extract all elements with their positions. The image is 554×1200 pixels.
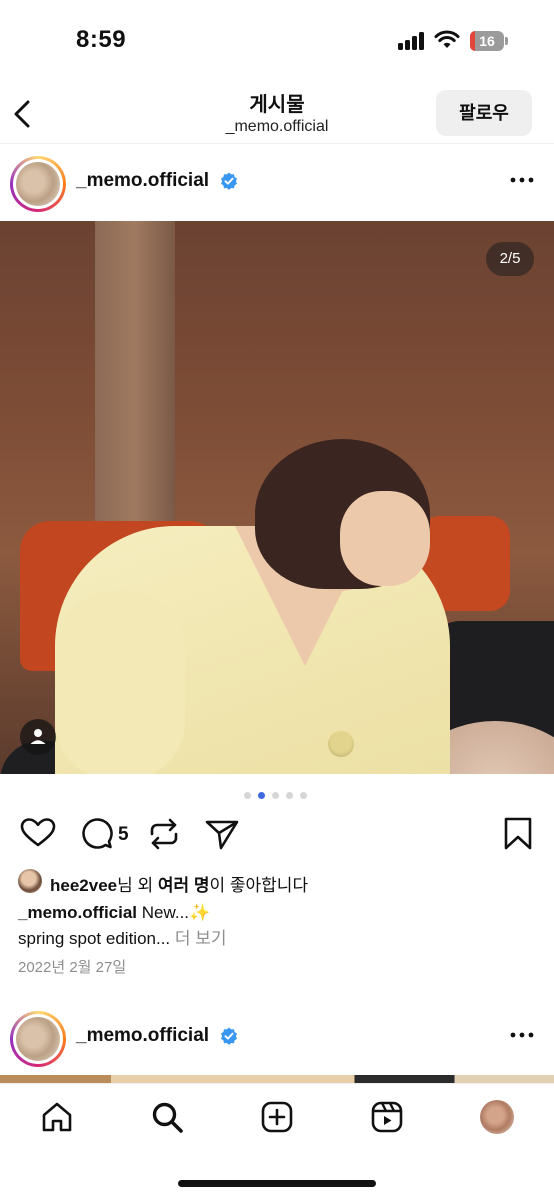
next-story-avatar[interactable] xyxy=(10,1011,66,1067)
more-options-icon[interactable] xyxy=(510,176,534,184)
like-heart-icon[interactable] xyxy=(18,812,58,856)
search-icon[interactable] xyxy=(150,1100,184,1134)
status-time: 8:59 xyxy=(76,26,127,53)
story-avatar[interactable] xyxy=(10,156,66,212)
create-post-icon[interactable] xyxy=(260,1100,294,1134)
likes-mid-text: 님 외 xyxy=(117,876,158,895)
reels-icon[interactable] xyxy=(370,1100,404,1134)
follow-button[interactable]: 팔로우 xyxy=(436,90,532,136)
caption-line2: spring spot edition... xyxy=(18,929,175,948)
carousel-dot xyxy=(300,792,307,799)
liker-username[interactable]: hee2vee xyxy=(50,876,117,895)
verified-badge-icon xyxy=(221,172,237,190)
person-icon xyxy=(30,729,46,744)
wifi-icon xyxy=(434,30,460,48)
caption-line1: New...✨ xyxy=(137,903,211,922)
profile-avatar[interactable] xyxy=(480,1100,514,1134)
home-icon[interactable] xyxy=(40,1100,74,1134)
carousel-dot xyxy=(244,792,251,799)
battery-level: 16 xyxy=(479,33,495,49)
post-photo[interactable] xyxy=(0,221,554,774)
share-send-icon[interactable] xyxy=(202,812,242,856)
save-bookmark-icon[interactable] xyxy=(498,812,538,856)
likes-others[interactable]: 여러 명 xyxy=(158,876,210,895)
carousel-dot xyxy=(286,792,293,799)
next-post-username[interactable]: _memo.official xyxy=(76,1025,209,1047)
image-counter-badge: 2/5 xyxy=(486,242,534,276)
liker-avatar xyxy=(18,869,42,893)
next-post-header: _memo.official xyxy=(0,1001,554,1075)
post-header: _memo.official xyxy=(0,146,554,220)
tagged-people-button[interactable] xyxy=(20,719,56,755)
verified-badge-icon xyxy=(221,1027,237,1045)
more-options-icon[interactable] xyxy=(510,1031,534,1039)
carousel-dot xyxy=(258,792,265,799)
battery-icon: 16 xyxy=(470,31,508,51)
post-actions: 5 xyxy=(0,812,554,856)
post-date: 2022년 2월 27일 xyxy=(18,959,127,976)
likes-text: hee2vee님 외 여러 명이 좋아합니다 xyxy=(50,871,308,896)
caption-username[interactable]: _memo.official xyxy=(18,903,137,922)
caption-more-link[interactable]: 더 보기 xyxy=(175,929,227,948)
post-username[interactable]: _memo.official xyxy=(76,170,209,192)
status-bar: 8:59 16 xyxy=(0,0,554,80)
home-indicator xyxy=(178,1180,376,1187)
comment-icon[interactable] xyxy=(76,812,116,856)
comment-count: 5 xyxy=(118,824,129,845)
likes-end-text: 이 좋아합니다 xyxy=(209,876,309,895)
carousel-dot xyxy=(272,792,279,799)
cellular-signal-icon xyxy=(398,32,426,50)
repost-icon[interactable] xyxy=(144,812,184,856)
post-caption: _memo.official New...✨ spring spot editi… xyxy=(18,900,538,952)
carousel-dots xyxy=(244,792,314,800)
top-header: 게시물 _memo.official 팔로우 xyxy=(0,80,554,144)
